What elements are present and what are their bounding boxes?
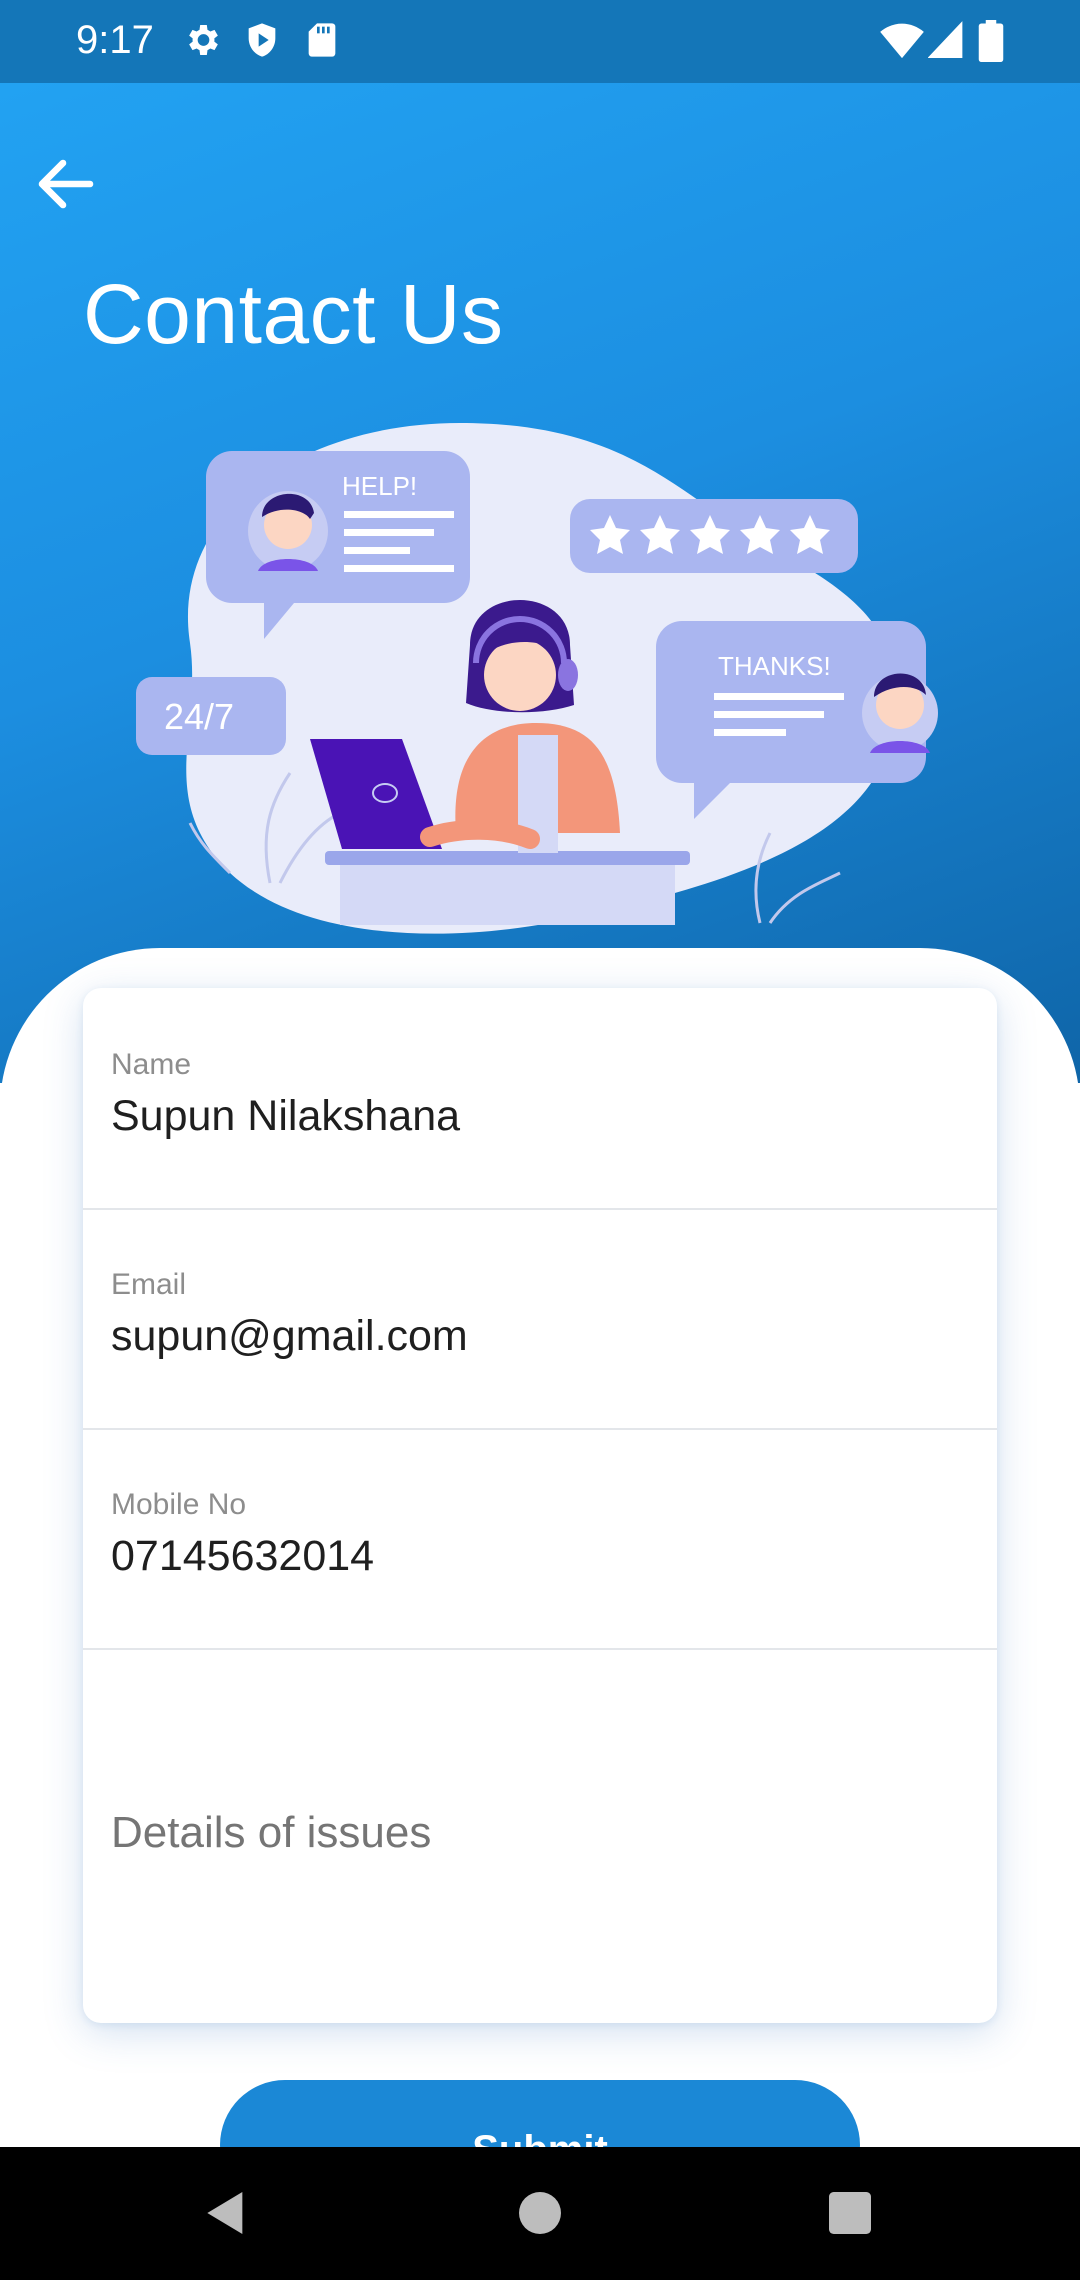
name-label: Name: [111, 1048, 192, 1081]
page-title: Contact Us: [83, 267, 504, 361]
home-circle-icon[interactable]: [512, 2185, 568, 2241]
signal-icon: [928, 21, 963, 58]
navigation-bar: [0, 2147, 1080, 2280]
issues-textarea[interactable]: Details of issues: [111, 1808, 431, 1858]
contact-form-card: Name Supun Nilakshana Email supun@gmail.…: [83, 988, 997, 2023]
arrow-left-icon[interactable]: [30, 148, 102, 220]
name-input[interactable]: Supun Nilakshana: [111, 1092, 460, 1141]
recents-square-icon[interactable]: [822, 2185, 878, 2241]
customer-support-illustration: HELP! THANKS! 24/7: [136, 423, 938, 934]
mobile-field[interactable]: Mobile No 07145632014: [83, 1428, 997, 1650]
email-field[interactable]: Email supun@gmail.com: [83, 1208, 997, 1430]
gear-icon: [189, 25, 218, 55]
badge-247-text: 24/7: [164, 696, 234, 737]
sd-card-icon: [308, 23, 336, 57]
back-triangle-icon[interactable]: [198, 2185, 254, 2241]
email-input[interactable]: supun@gmail.com: [111, 1312, 468, 1361]
mobile-input[interactable]: 07145632014: [111, 1532, 374, 1581]
hero-banner: Contact Us HELP! THANKS! 24/7: [0, 83, 1080, 1083]
mobile-label: Mobile No: [111, 1488, 247, 1521]
wifi-icon: [880, 23, 924, 59]
status-time: 9:17: [76, 18, 154, 62]
24-7-badge: 24/7: [136, 677, 286, 755]
rating-bubble: [570, 499, 858, 573]
thanks-text: THANKS!: [718, 651, 831, 681]
shield-play-icon: [248, 23, 276, 57]
email-label: Email: [111, 1268, 187, 1301]
name-field[interactable]: Name Supun Nilakshana: [83, 988, 997, 1210]
help-text: HELP!: [342, 471, 417, 501]
battery-icon: [978, 20, 1004, 62]
status-bar: 9:17: [0, 0, 1080, 83]
